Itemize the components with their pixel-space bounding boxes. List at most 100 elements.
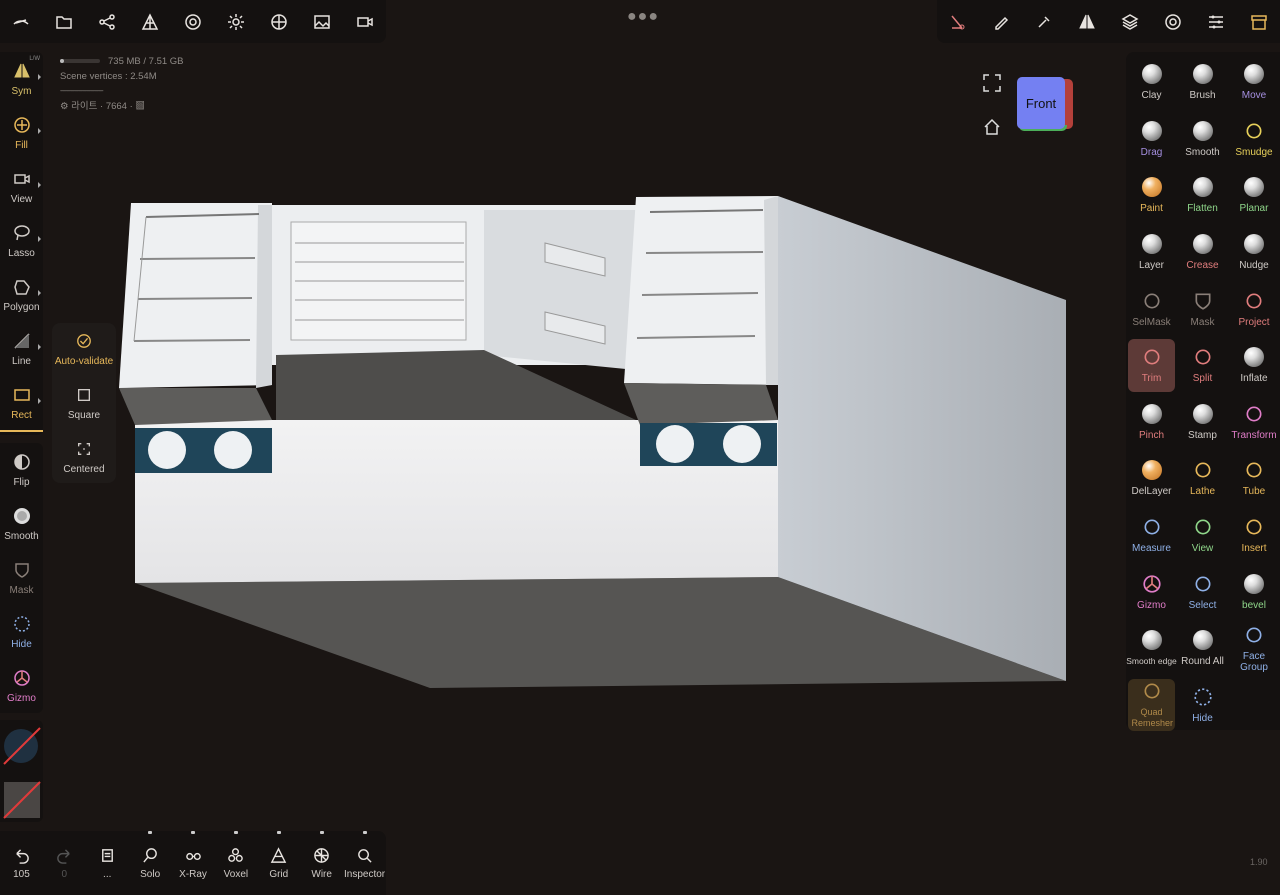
tool-label: Quad Remesher <box>1131 707 1174 729</box>
tool-label: Inflate <box>1240 373 1268 385</box>
tool-label: Project <box>1238 316 1270 328</box>
tool-label: Flatten <box>1187 203 1218 215</box>
tool-measure[interactable]: Measure <box>1126 507 1177 564</box>
redo-icon <box>56 847 73 867</box>
tool-nudge[interactable]: Nudge <box>1228 224 1280 281</box>
tool-pinch[interactable]: Pinch <box>1126 394 1177 451</box>
tool-label: Gizmo <box>1137 599 1166 611</box>
tool-select[interactable]: Select <box>1177 563 1228 620</box>
tool-label: Clay <box>1141 90 1162 102</box>
fullscreen-icon[interactable] <box>983 74 1001 97</box>
drag-icon <box>1141 120 1163 142</box>
move-icon <box>1243 63 1265 85</box>
tool-view[interactable]: View <box>1177 507 1228 564</box>
tool-project[interactable]: Project <box>1228 280 1280 337</box>
smooth-icon <box>1192 120 1214 142</box>
tool-dellayer[interactable]: DelLayer <box>1126 450 1177 507</box>
smooth-edge-icon <box>1141 629 1163 651</box>
nudge-icon <box>1243 233 1265 255</box>
clay-icon <box>1141 63 1163 85</box>
tool-gizmo[interactable]: Gizmo <box>1126 563 1177 620</box>
tool-inflate[interactable]: Inflate <box>1228 337 1280 394</box>
tick-mark <box>191 831 195 834</box>
bottom-tool-redo[interactable]: 0 <box>43 831 86 895</box>
quad-remesher-icon <box>1141 680 1163 702</box>
hide-icon <box>1192 686 1214 708</box>
tool-smooth-edge[interactable]: Smooth edge <box>1126 620 1177 677</box>
lathe-icon <box>1192 459 1214 481</box>
tool-quad-remesher[interactable]: Quad Remesher <box>1128 678 1175 732</box>
home-icon[interactable] <box>983 118 1001 141</box>
bottom-tool-label: Inspector <box>344 868 386 880</box>
bottom-tool-undo[interactable]: 105 <box>0 831 43 895</box>
tool-label: Pinch <box>1138 429 1164 441</box>
bottom-tool-solo[interactable]: Solo <box>129 831 172 895</box>
tool-label: Crease <box>1186 260 1219 272</box>
measure-icon <box>1141 516 1163 538</box>
bottom-tool-label: Solo <box>140 868 161 880</box>
bottom-tool-inspector[interactable]: Inspector <box>343 831 386 895</box>
tool-label: Transform <box>1231 429 1277 441</box>
tool-smudge[interactable]: Smudge <box>1228 111 1280 168</box>
tool-label: Lathe <box>1189 486 1216 498</box>
tool-crease[interactable]: Crease <box>1177 224 1228 281</box>
tool-label: Insert <box>1241 543 1267 555</box>
tool-insert[interactable]: Insert <box>1228 507 1280 564</box>
view-cube[interactable]: Front <box>1017 77 1073 131</box>
brush-icon <box>1192 63 1214 85</box>
bevel-icon <box>1243 573 1265 595</box>
tool-face-group[interactable]: Face Group <box>1228 620 1280 677</box>
tool-smooth[interactable]: Smooth <box>1177 111 1228 168</box>
tool-paint[interactable]: Paint <box>1126 167 1177 224</box>
tool-label: Planar <box>1239 203 1269 215</box>
tool-split[interactable]: Split <box>1177 337 1228 394</box>
tick-mark <box>233 831 238 834</box>
bottom-tool-voxel[interactable]: Voxel <box>214 831 257 895</box>
tool-drag[interactable]: Drag <box>1126 111 1177 168</box>
mask-icon <box>1192 290 1214 312</box>
tool-round-all[interactable]: Round All <box>1177 620 1228 677</box>
tool-label: Smudge <box>1235 146 1273 158</box>
tool-label: View <box>1191 543 1214 555</box>
tool-stamp[interactable]: Stamp <box>1177 394 1228 451</box>
tool-label: Drag <box>1140 146 1163 158</box>
grid-icon <box>270 846 287 867</box>
tool-move[interactable]: Move <box>1228 54 1280 111</box>
pinch-icon <box>1141 403 1163 425</box>
view-cube-front[interactable]: Front <box>1017 77 1065 129</box>
tool-tube[interactable]: Tube <box>1228 450 1280 507</box>
project-icon <box>1243 290 1265 312</box>
tool-mask[interactable]: Mask <box>1177 280 1228 337</box>
planar-icon <box>1243 176 1265 198</box>
tool-label: Layer <box>1138 260 1164 272</box>
tool-hide[interactable]: Hide <box>1177 677 1228 734</box>
bottom-toolbar: 105 0... Solo X-Ray Voxel Grid Wire Inspector <box>0 831 386 895</box>
bottom-tool-history[interactable]: ... <box>86 831 129 895</box>
flatten-icon <box>1192 176 1214 198</box>
bottom-tool-wire[interactable]: Wire <box>300 831 343 895</box>
tool-label: DelLayer <box>1131 486 1172 498</box>
tool-brush[interactable]: Brush <box>1177 54 1228 111</box>
viewport-3d-model[interactable] <box>0 0 1280 895</box>
bottom-tool-label: Grid <box>269 868 289 880</box>
tool-label: Hide <box>1192 712 1213 724</box>
tool-transform[interactable]: Transform <box>1228 394 1280 451</box>
tool-lathe[interactable]: Lathe <box>1177 450 1228 507</box>
history-icon <box>99 847 116 867</box>
tool-label: Move <box>1241 90 1267 102</box>
tool-layer[interactable]: Layer <box>1126 224 1177 281</box>
tool-label: Face Group <box>1240 650 1268 673</box>
bottom-tool-label: X-Ray <box>179 868 207 880</box>
face-group-icon <box>1243 624 1265 646</box>
tool-label: SelMask <box>1132 316 1171 328</box>
bottom-tool-xray[interactable]: X-Ray <box>172 831 215 895</box>
tool-planar[interactable]: Planar <box>1228 167 1280 224</box>
tool-clay[interactable]: Clay <box>1126 54 1177 111</box>
tick-mark <box>148 831 153 834</box>
split-icon <box>1192 346 1214 368</box>
bottom-tool-grid[interactable]: Grid <box>257 831 300 895</box>
tool-selmask[interactable]: SelMask <box>1126 280 1177 337</box>
tool-bevel[interactable]: bevel <box>1228 563 1280 620</box>
tool-trim[interactable]: Trim <box>1128 338 1175 392</box>
tool-flatten[interactable]: Flatten <box>1177 167 1228 224</box>
